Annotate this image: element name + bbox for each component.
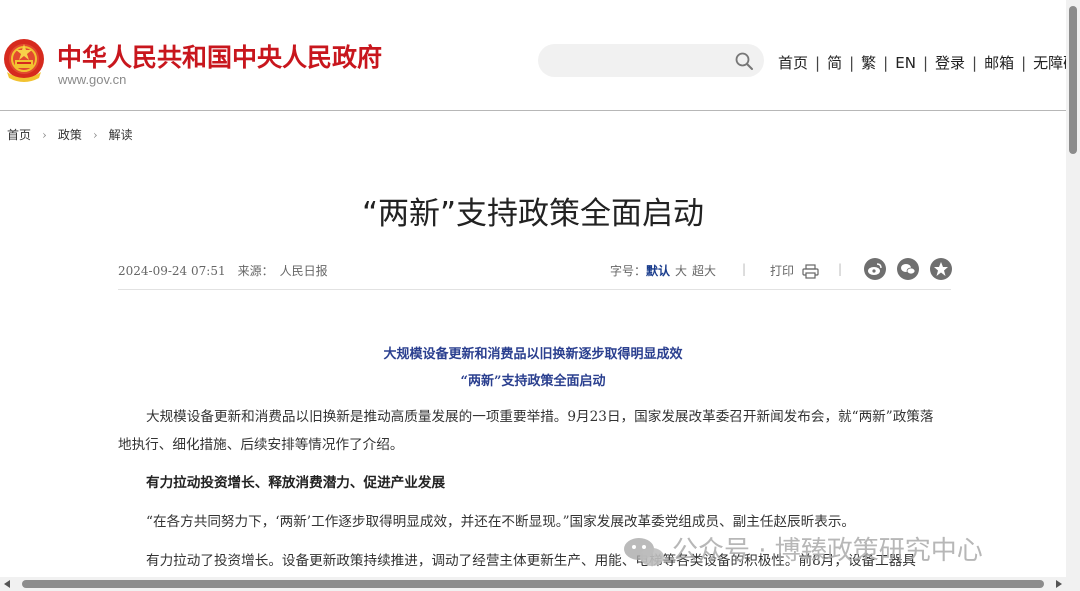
site-header: 中华人民共和国中央人民政府 www.gov.cn 首页 | 简 | 繁 | EN | 登录 | 邮箱… bbox=[0, 0, 1078, 110]
scrollbar-thumb[interactable] bbox=[22, 580, 1044, 588]
nav-mail[interactable]: 邮箱 bbox=[984, 54, 1014, 72]
nav-separator: | bbox=[1021, 54, 1027, 72]
horizontal-scrollbar[interactable] bbox=[0, 577, 1066, 591]
nav-traditional[interactable]: 繁 bbox=[861, 54, 876, 72]
printer-icon bbox=[802, 264, 819, 279]
wechat-icon bbox=[624, 537, 664, 566]
article-paragraph: 大规模设备更新和消费品以旧换新是推动高质量发展的一项重要举措。9月23日，国家发… bbox=[118, 409, 934, 453]
breadcrumb-home[interactable]: 首页 bbox=[7, 128, 31, 142]
article-subhead: 大规模设备更新和消费品以旧换新逐步取得明显成效 bbox=[383, 347, 683, 362]
vertical-scrollbar[interactable] bbox=[1066, 0, 1080, 591]
breadcrumb-policy[interactable]: 政策 bbox=[58, 128, 82, 142]
nav-separator: | bbox=[815, 54, 821, 72]
weibo-icon[interactable] bbox=[864, 258, 886, 280]
font-size-xlarge[interactable]: 超大 bbox=[692, 264, 716, 278]
national-emblem-icon[interactable] bbox=[3, 38, 45, 84]
search-input[interactable] bbox=[538, 44, 764, 77]
chevron-right-icon: › bbox=[92, 128, 98, 142]
scrollbar-thumb[interactable] bbox=[1069, 6, 1077, 154]
article-subhead: “两新”支持政策全面启动 bbox=[460, 374, 606, 389]
nav-separator: | bbox=[972, 54, 978, 72]
top-nav: 首页 | 简 | 繁 | EN | 登录 | 邮箱 | 无障碍 bbox=[778, 52, 1078, 73]
article-section-heading: 有力拉动投资增长、释放消费潜力、促进产业发展 bbox=[146, 475, 446, 491]
meta-divider-line bbox=[118, 289, 951, 290]
source-name: 人民日报 bbox=[279, 264, 328, 278]
wechat-icon[interactable] bbox=[897, 258, 919, 280]
nav-login[interactable]: 登录 bbox=[935, 54, 965, 72]
meta-divider: | bbox=[742, 262, 747, 276]
scroll-left-icon[interactable] bbox=[4, 580, 10, 588]
favorite-icon[interactable] bbox=[930, 258, 952, 280]
breadcrumb-interpretation[interactable]: 解读 bbox=[109, 128, 133, 142]
publish-date: 2024-09-24 07:51 bbox=[118, 264, 226, 278]
site-url: www.gov.cn bbox=[58, 72, 127, 87]
meta-divider: | bbox=[838, 262, 843, 276]
font-size-default[interactable]: 默认 bbox=[646, 264, 670, 278]
scroll-right-icon[interactable] bbox=[1056, 580, 1062, 588]
watermark: 公众号 · 博臻政策研究中心 bbox=[622, 530, 983, 569]
nav-separator: | bbox=[883, 54, 889, 72]
breadcrumb: 首页 › 政策 › 解读 bbox=[7, 126, 133, 143]
article-meta: 2024-09-24 07:51 来源： 人民日报 bbox=[118, 262, 328, 279]
nav-simplified[interactable]: 简 bbox=[827, 54, 842, 72]
font-size-label: 字号： bbox=[610, 264, 647, 278]
nav-english[interactable]: EN bbox=[895, 54, 916, 72]
search-icon[interactable] bbox=[734, 51, 754, 71]
source-label: 来源： bbox=[237, 264, 274, 278]
site-name[interactable]: 中华人民共和国中央人民政府 bbox=[57, 38, 382, 74]
chevron-right-icon: › bbox=[42, 128, 47, 142]
nav-separator: | bbox=[849, 54, 855, 72]
font-size-switcher: 字号：默认大超大 bbox=[610, 262, 716, 279]
header-divider bbox=[0, 110, 1066, 111]
page-title: “两新”支持政策全面启动 bbox=[361, 196, 705, 232]
watermark-text: 公众号 · 博臻政策研究中心 bbox=[672, 536, 983, 566]
print-label: 打印 bbox=[770, 264, 795, 278]
nav-separator: | bbox=[922, 54, 928, 72]
font-size-large[interactable]: 大 bbox=[675, 264, 687, 278]
print-button[interactable]: 打印 bbox=[770, 262, 819, 279]
nav-home[interactable]: 首页 bbox=[778, 54, 808, 72]
